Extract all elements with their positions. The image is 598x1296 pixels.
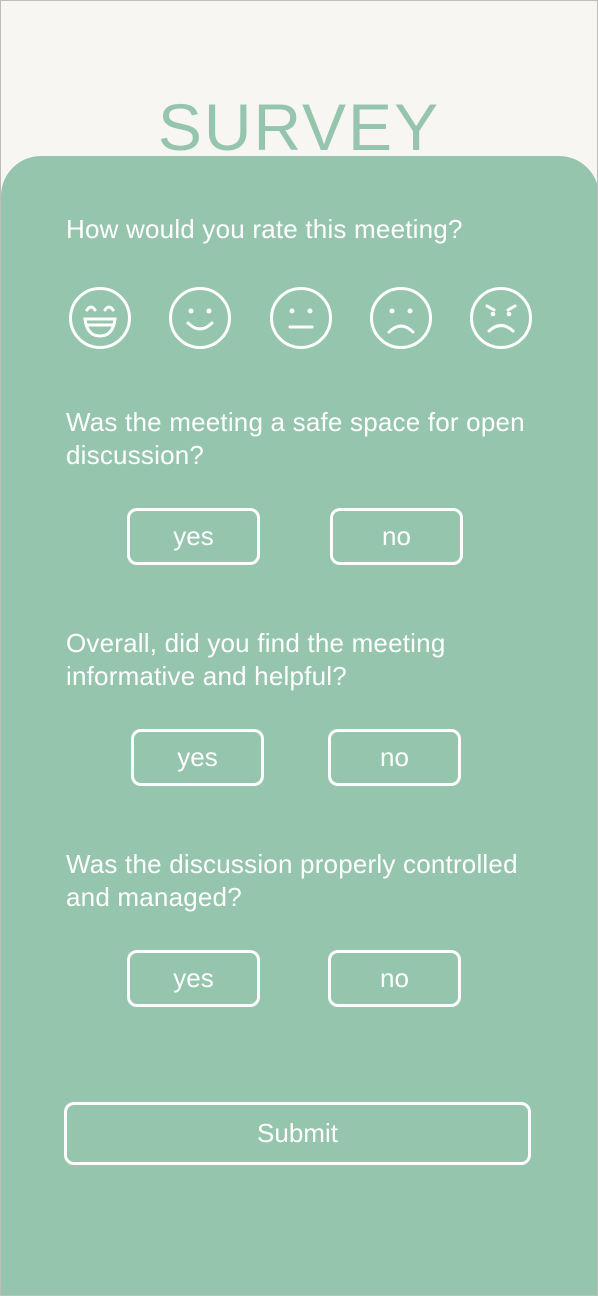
submit-button[interactable]: Submit [64,1102,531,1165]
question-controlled: Was the discussion properly controlled a… [66,849,518,912]
angry-face-icon[interactable] [469,286,533,350]
screen: SURVEY How would you rate this meeting? [0,0,598,1296]
neutral-face-icon[interactable] [269,286,333,350]
page-title: SURVEY [157,90,441,164]
controlled-yes-button[interactable]: yes [127,950,260,1007]
smiling-face-icon[interactable] [168,286,232,350]
frowning-face-icon[interactable] [369,286,433,350]
rating-faces [68,286,533,350]
informative-yes-button[interactable]: yes [131,729,264,786]
question-informative: Overall, did you find the meeting inform… [66,628,446,691]
rating-question: How would you rate this meeting? [66,214,463,244]
safe-space-yes-button[interactable]: yes [127,508,260,565]
informative-no-button[interactable]: no [328,729,461,786]
safe-space-no-button[interactable]: no [330,508,463,565]
question-safe-space: Was the meeting a safe space for open di… [66,407,525,470]
grinning-face-icon[interactable] [68,286,132,350]
controlled-no-button[interactable]: no [328,950,461,1007]
